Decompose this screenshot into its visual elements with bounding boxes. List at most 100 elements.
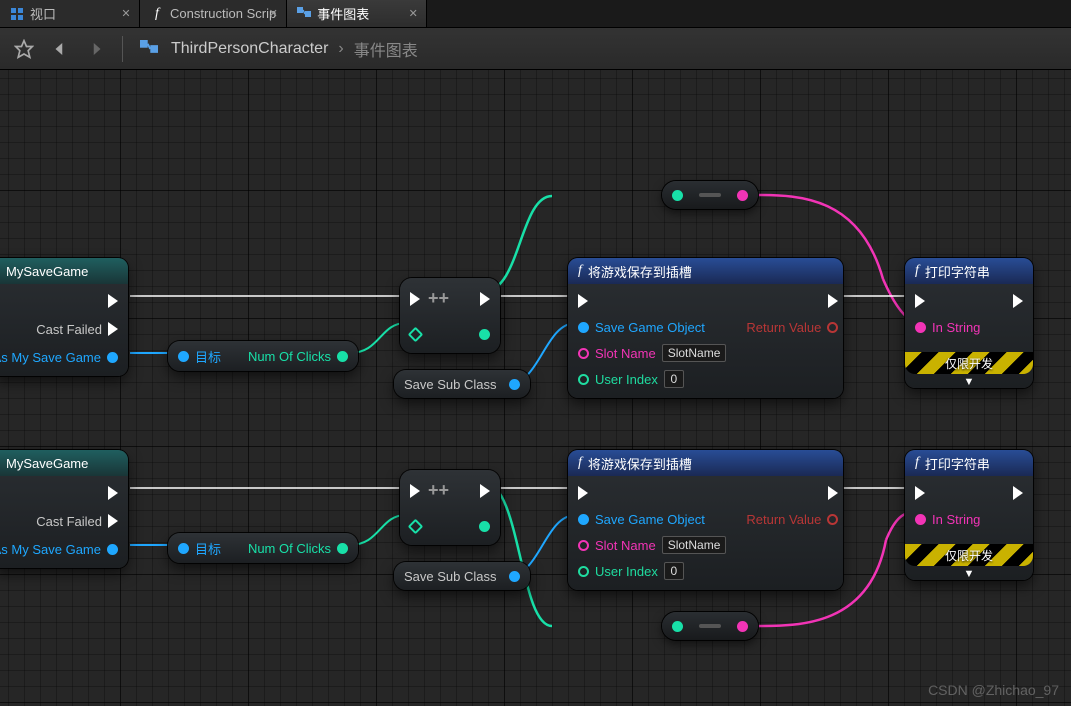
int-out-pin[interactable]: [479, 521, 490, 532]
pin-label: Cast Failed: [36, 514, 102, 529]
node-print-string[interactable]: f 打印字符串 In String 仅限开发 ▼: [905, 450, 1033, 580]
userindex-input[interactable]: 0: [664, 562, 684, 580]
pin-label: Save Sub Class: [404, 377, 497, 392]
graph-icon: [135, 35, 163, 63]
pin-label: Save Game Object: [595, 512, 705, 527]
pin-label: 目标: [195, 539, 221, 558]
exec-in-pin[interactable]: [915, 486, 925, 500]
chevron-right-icon: ›: [338, 40, 343, 58]
object-out-pin[interactable]: [107, 544, 118, 555]
node-savesubclass[interactable]: Save Sub Class: [394, 562, 530, 590]
pin-label: In String: [932, 512, 980, 527]
chevron-down-icon[interactable]: ▼: [905, 376, 1033, 388]
nav-back-icon[interactable]: [46, 35, 74, 63]
close-icon[interactable]: ✕: [119, 6, 133, 20]
drag-handle-icon[interactable]: [699, 193, 721, 197]
chevron-down-icon[interactable]: ▼: [905, 568, 1033, 580]
node-get-numclicks[interactable]: 目标 Num Of Clicks: [168, 341, 358, 371]
reroute-out-pin[interactable]: [737, 621, 748, 632]
close-icon[interactable]: ✕: [406, 6, 420, 20]
reroute-in-pin[interactable]: [672, 621, 683, 632]
slotname-pin[interactable]: [578, 540, 589, 551]
savegameobj-pin[interactable]: [578, 514, 589, 525]
exec-in-pin[interactable]: [410, 292, 420, 306]
object-out-pin[interactable]: [509, 379, 520, 390]
nav-forward-icon[interactable]: [82, 35, 110, 63]
graph-canvas[interactable]: MySaveGame Cast Failed As My Save Game 目…: [0, 70, 1071, 706]
graph-toolbar: ThirdPersonCharacter › 事件图表: [0, 28, 1071, 70]
exec-out-pin[interactable]: [480, 484, 490, 498]
exec-out-pin[interactable]: [1013, 294, 1023, 308]
grid-icon: [10, 7, 24, 21]
exec-out-pin[interactable]: [828, 486, 838, 500]
exec-in-pin[interactable]: [410, 484, 420, 498]
reroute-out-pin[interactable]: [737, 190, 748, 201]
tab-eventgraph[interactable]: 事件图表 ✕: [287, 0, 427, 27]
exec-out-pin[interactable]: [108, 486, 118, 500]
object-out-pin[interactable]: [107, 352, 118, 363]
exec-castfailed-pin[interactable]: [108, 514, 118, 528]
userindex-input[interactable]: 0: [664, 370, 684, 388]
node-savesubclass[interactable]: Save Sub Class: [394, 370, 530, 398]
node-increment[interactable]: ++: [400, 470, 500, 545]
target-in-pin[interactable]: [178, 543, 189, 554]
exec-out-pin[interactable]: [828, 294, 838, 308]
exec-castfailed-pin[interactable]: [108, 322, 118, 336]
tab-construction[interactable]: f Construction Scrip ✕: [140, 0, 287, 27]
breadcrumb: ThirdPersonCharacter › 事件图表: [171, 37, 418, 61]
target-in-pin[interactable]: [178, 351, 189, 362]
int-out-pin[interactable]: [337, 543, 348, 554]
byref-in-pin[interactable]: [408, 326, 424, 342]
int-out-pin[interactable]: [479, 329, 490, 340]
pin-label: Return Value: [746, 512, 821, 527]
exec-out-pin[interactable]: [1013, 486, 1023, 500]
node-get-numclicks[interactable]: 目标 Num Of Clicks: [168, 533, 358, 563]
savegameobj-pin[interactable]: [578, 322, 589, 333]
tab-viewport[interactable]: 视口 ✕: [0, 0, 140, 27]
exec-in-pin[interactable]: [578, 486, 588, 500]
node-title: 打印字符串: [925, 454, 990, 473]
bool-out-pin[interactable]: [827, 514, 838, 525]
node-save-to-slot[interactable]: f将游戏保存到插槽 Save Game Object Slot NameSlot…: [568, 258, 843, 398]
favorite-icon[interactable]: [10, 35, 38, 63]
pin-label: As My Save Game: [0, 350, 101, 365]
tab-label: 事件图表: [317, 4, 369, 23]
instring-pin[interactable]: [915, 514, 926, 525]
pin-label: 目标: [195, 347, 221, 366]
node-print-string[interactable]: f打印字符串 In String 仅限开发 ▼: [905, 258, 1033, 388]
pin-label: User Index: [595, 564, 658, 579]
byref-in-pin[interactable]: [408, 518, 424, 534]
breadcrumb-root[interactable]: ThirdPersonCharacter: [171, 40, 328, 58]
reroute-node[interactable]: [662, 612, 758, 640]
exec-out-pin[interactable]: [108, 294, 118, 308]
function-icon: f: [915, 263, 919, 279]
node-title: MySaveGame: [6, 264, 88, 279]
instring-pin[interactable]: [915, 322, 926, 333]
slotname-input[interactable]: SlotName: [662, 536, 727, 554]
userindex-pin[interactable]: [578, 566, 589, 577]
slotname-input[interactable]: SlotName: [662, 344, 727, 362]
function-icon: f: [915, 455, 919, 471]
node-save-to-slot[interactable]: f将游戏保存到插槽 Save Game Object Slot NameSlot…: [568, 450, 843, 590]
int-out-pin[interactable]: [337, 351, 348, 362]
pin-label: Num Of Clicks: [248, 349, 331, 364]
node-cast-mysavegame[interactable]: MySaveGame Cast Failed As My Save Game: [0, 258, 128, 376]
node-title: 将游戏保存到插槽: [588, 262, 692, 281]
dev-label: 仅限开发: [945, 547, 993, 564]
object-out-pin[interactable]: [509, 571, 520, 582]
drag-handle-icon[interactable]: [699, 624, 721, 628]
node-increment[interactable]: ++: [400, 278, 500, 353]
close-icon[interactable]: ✕: [266, 6, 280, 20]
exec-in-pin[interactable]: [578, 294, 588, 308]
exec-out-pin[interactable]: [480, 292, 490, 306]
op-label: ++: [428, 288, 449, 309]
slotname-pin[interactable]: [578, 348, 589, 359]
reroute-node[interactable]: [662, 181, 758, 209]
exec-in-pin[interactable]: [915, 294, 925, 308]
node-cast-mysavegame[interactable]: MySaveGame Cast Failed As My Save Game: [0, 450, 128, 568]
bool-out-pin[interactable]: [827, 322, 838, 333]
function-icon: f: [578, 455, 582, 471]
pin-label: Save Sub Class: [404, 569, 497, 584]
reroute-in-pin[interactable]: [672, 190, 683, 201]
userindex-pin[interactable]: [578, 374, 589, 385]
